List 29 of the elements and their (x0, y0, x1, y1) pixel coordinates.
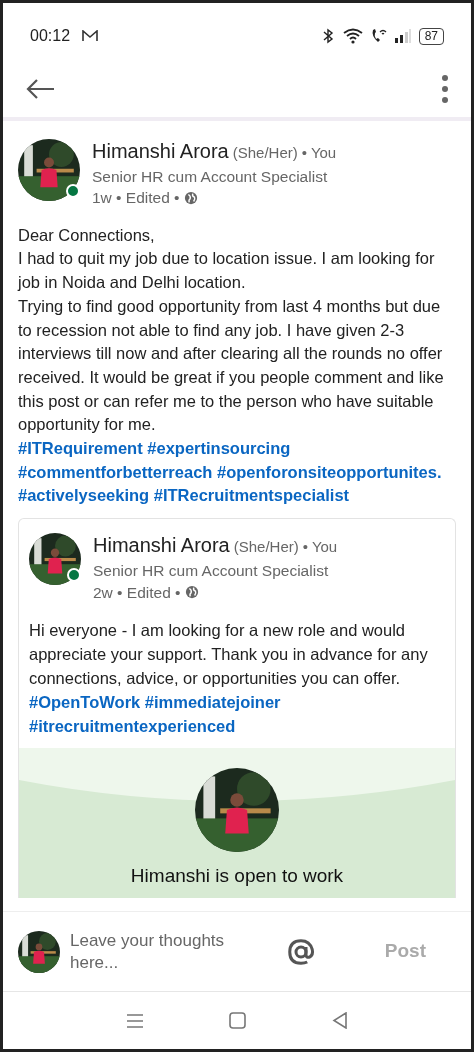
author-name[interactable]: Himanshi Arora (92, 139, 229, 164)
connection-degree: • You (302, 538, 338, 557)
home-icon[interactable] (229, 1012, 247, 1029)
post-text: Dear Connections, I had to quit my job due to location issue. I am looking for job in Noida and Delhi location. Trying to find good opportunity from last 4 months but due to recession not able to find any job. I have given 2-3 interviews till now and after clearing all the rounds no offer received. It would be great if you people comment and like this post or can refer me to the person who have suitable opportunity for me. #ITRequirement #expertinsourcing #commentforbetterreach #openforonsiteopportunites. #activelyseeking #ITRecruitmentspecialist (18, 224, 445, 507)
author-headline: Senior HR cum Account Specialist (92, 167, 329, 187)
globe-icon (184, 585, 199, 600)
pronouns: (She/Her) (232, 144, 298, 163)
open-to-work-title: Himanshi is open to work (130, 863, 344, 888)
more-options-icon[interactable] (441, 74, 449, 104)
connection-degree: • You (301, 144, 337, 163)
shared-post-card[interactable] (18, 518, 456, 898)
post-time: 2w • Edited • (93, 582, 181, 602)
wifi-icon (342, 28, 363, 44)
mention-icon[interactable] (286, 936, 316, 967)
pronouns: (She/Her) (233, 538, 299, 557)
post-time: 1w • Edited • (92, 188, 180, 208)
comment-input-field[interactable]: Leave your thoughts here... (70, 929, 260, 974)
back-arrow-icon[interactable] (25, 78, 55, 100)
status-time: 00:12 (30, 26, 71, 46)
battery-level: 87 (418, 27, 444, 45)
signal-icon (393, 29, 412, 43)
back-icon[interactable] (332, 1012, 349, 1029)
mail-icon (82, 30, 99, 42)
shared-post-text: Hi everyone - I am looking for a new role and would appreciate your support. Thank you in advance for any connections, advice, or opportunities you can offer. #OpenToWork #immediatejoiner #itrecruitmentexperienced (29, 619, 429, 737)
menu-icon[interactable] (125, 1012, 144, 1029)
open-to-work-banner[interactable]: Himanshi is open to work (19, 747, 455, 898)
author-headline: Senior HR cum Account Specialist (93, 561, 330, 581)
author-name[interactable]: Himanshi Arora (93, 533, 230, 559)
globe-icon (183, 191, 198, 206)
